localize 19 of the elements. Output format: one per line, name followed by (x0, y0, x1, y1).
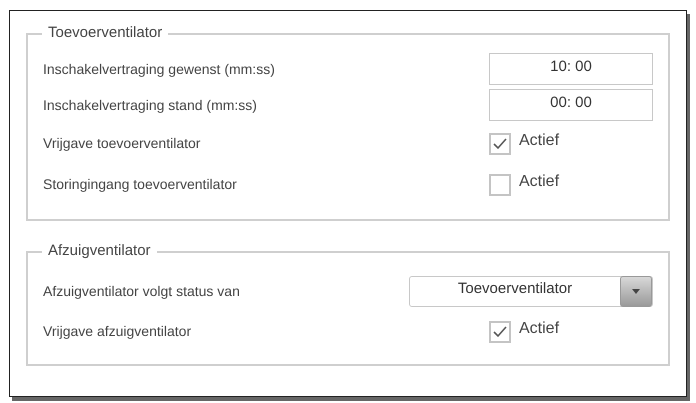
row-label: Inschakelvertraging gewenst (mm:ss) (43, 60, 276, 79)
row-label: Vrijgave toevoerventilator (43, 134, 202, 153)
check-icon (493, 326, 507, 338)
row-label: Afzuigventilator volgt status van (43, 282, 241, 301)
checkbox[interactable] (489, 132, 511, 154)
checkbox-label: Actief (519, 130, 560, 150)
time-field[interactable]: 00: 00 (489, 89, 653, 121)
checkbox-label: Actief (519, 172, 560, 192)
dropdown-value: Toevoerventilator (456, 279, 574, 300)
row-label: Storingingang toevoerventilator (43, 175, 238, 194)
row-label: Vrijgave afzuigventilator (43, 322, 192, 341)
group-title: Afzuigventilator (42, 241, 157, 261)
time-field[interactable]: 10: 00 (489, 53, 653, 85)
checkbox[interactable] (489, 174, 511, 196)
row-label: Inschakelvertraging stand (mm:ss) (43, 96, 258, 115)
checkbox[interactable] (489, 320, 511, 342)
checkbox-label: Actief (519, 318, 560, 338)
check-icon (493, 138, 507, 150)
dropdown[interactable]: Toevoerventilator (409, 276, 653, 306)
